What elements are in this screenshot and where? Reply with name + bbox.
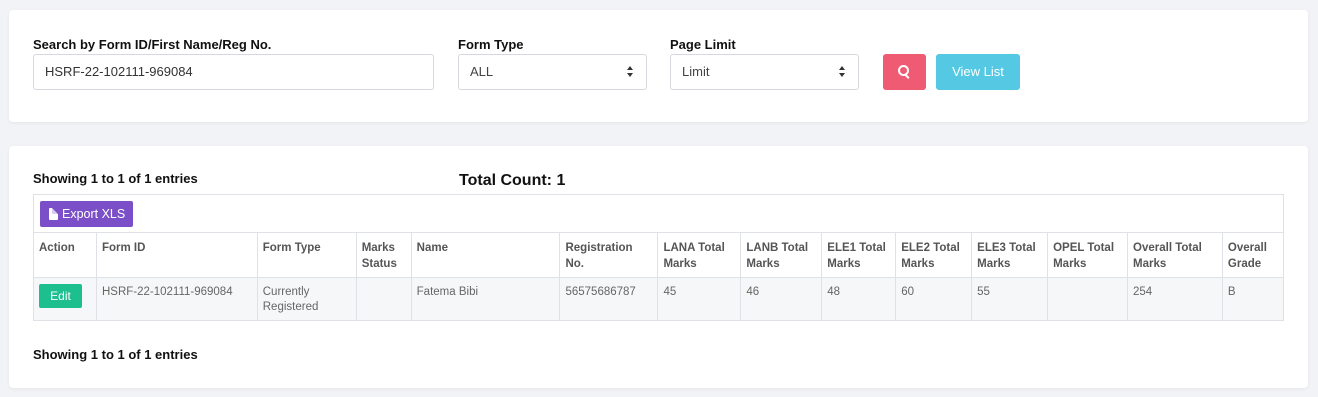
search-input[interactable]: HSRF-22-102111-969084: [33, 54, 434, 90]
form-id-cell: HSRF-22-102111-969084: [95, 277, 258, 321]
export-toolbar: Export XLS: [33, 194, 1284, 232]
column-header: Registration No.: [559, 232, 659, 278]
opel-marks-cell: [1047, 277, 1129, 321]
column-header: Form Type: [256, 232, 357, 278]
ele2-marks-cell: 60: [895, 277, 973, 321]
showing-entries-bottom: Showing 1 to 1 of 1 entries: [33, 347, 198, 362]
showing-entries-top: Showing 1 to 1 of 1 entries: [33, 171, 198, 186]
lanb-marks-cell: 46: [740, 277, 823, 321]
column-header: LANB Total Marks: [740, 232, 823, 278]
form-type-cell: Currently Registered: [256, 277, 357, 321]
registration-no-cell: 56575686787: [559, 277, 659, 321]
ele1-marks-cell: 48: [821, 277, 897, 321]
table-row: Edit HSRF-22-102111-969084 Currently Reg…: [33, 277, 1285, 321]
lana-marks-cell: 45: [657, 277, 742, 321]
select-caret-icon: [839, 66, 846, 78]
column-header: Overall Total Marks: [1127, 232, 1223, 278]
column-header: Action: [33, 232, 97, 278]
search-panel: Search by Form ID/First Name/Reg No. HSR…: [9, 10, 1308, 122]
column-header: Form ID: [95, 232, 258, 278]
ele3-marks-cell: 55: [971, 277, 1049, 321]
overall-total-cell: 254: [1127, 277, 1223, 321]
file-icon: [49, 208, 58, 220]
search-label: Search by Form ID/First Name/Reg No.: [33, 37, 272, 52]
column-header: Marks Status: [355, 232, 412, 278]
results-panel: Showing 1 to 1 of 1 entries Total Count:…: [9, 146, 1308, 388]
overall-grade-cell: B: [1221, 277, 1285, 321]
marks-status-cell: [355, 277, 412, 321]
total-count: Total Count: 1: [459, 172, 566, 189]
results-table: Action Form ID Form Type Marks Status Na…: [33, 232, 1285, 321]
column-header: ELE2 Total Marks: [895, 232, 973, 278]
form-type-label: Form Type: [458, 37, 524, 52]
column-header: OPEL Total Marks: [1047, 232, 1129, 278]
form-type-select[interactable]: ALL: [458, 54, 647, 90]
column-header: LANA Total Marks: [657, 232, 742, 278]
page-limit-value: Limit: [682, 64, 710, 79]
select-caret-icon: [627, 66, 634, 78]
column-header: Overall Grade: [1221, 232, 1285, 278]
column-header: ELE1 Total Marks: [821, 232, 897, 278]
view-list-button[interactable]: View List: [936, 54, 1020, 90]
column-header: Name: [410, 232, 561, 278]
export-xls-button[interactable]: Export XLS: [40, 201, 133, 227]
search-button[interactable]: [883, 54, 926, 90]
page-limit-label: Page Limit: [670, 37, 736, 52]
name-cell: Fatema Bibi: [410, 277, 561, 321]
action-cell: Edit: [33, 277, 97, 321]
page-limit-select[interactable]: Limit: [670, 54, 859, 90]
edit-button[interactable]: Edit: [39, 284, 82, 308]
form-type-value: ALL: [470, 64, 494, 79]
export-xls-label: Export XLS: [62, 207, 126, 221]
table-header-row: Action Form ID Form Type Marks Status Na…: [33, 232, 1285, 278]
column-header: ELE3 Total Marks: [971, 232, 1049, 278]
search-icon: [898, 65, 909, 76]
